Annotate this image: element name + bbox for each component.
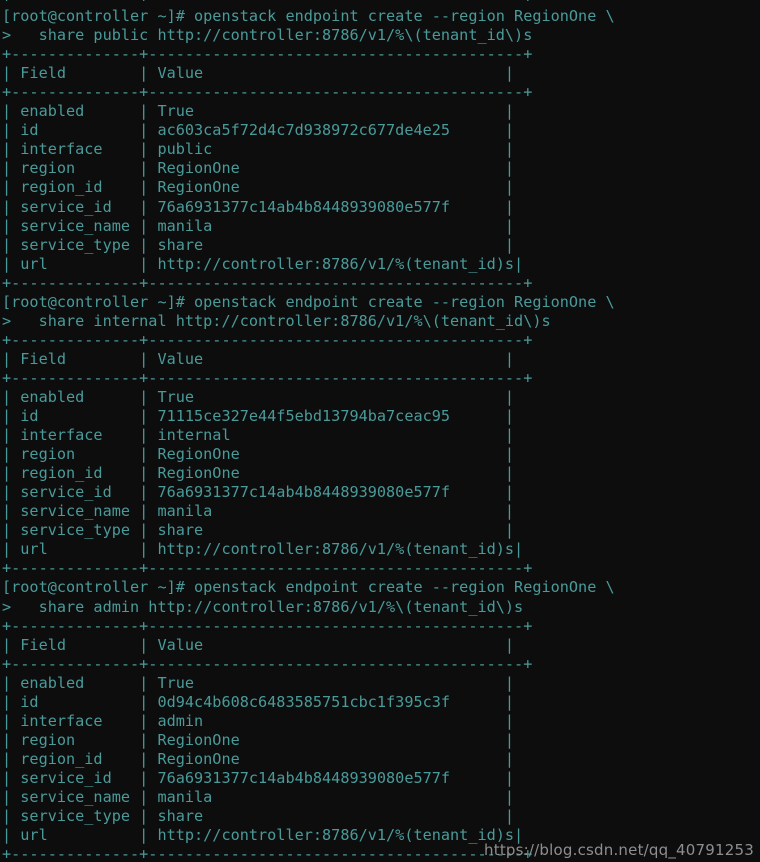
table-row: | enabled | True | [2, 102, 515, 121]
table-header-row: | Field | Value | [2, 64, 515, 83]
table-separator: +--------------+------------------------… [2, 83, 533, 102]
command-line-continuation-1: > share internal http://controller:8786/… [2, 311, 551, 330]
table-row: | enabled | True | [2, 673, 515, 692]
table-separator: +--------------+------------------------… [2, 330, 533, 349]
table-row: | service_type | share | [2, 235, 515, 254]
terminal-window[interactable]: +--------------+------------------------… [0, 0, 760, 862]
table-row: | service_name | manila | [2, 502, 515, 521]
table-row: | url | http://controller:8786/v1/%(tena… [2, 826, 524, 845]
command-line-primary-2: [root@controller ~]# openstack endpoint … [2, 578, 615, 597]
table-header-row: | Field | Value | [2, 349, 515, 368]
table-row: | url | http://controller:8786/v1/%(tena… [2, 540, 524, 559]
command-line-primary-0: [root@controller ~]# openstack endpoint … [2, 7, 615, 26]
table-separator: +--------------+------------------------… [2, 845, 533, 862]
table-row: | service_type | share | [2, 807, 515, 826]
table-row: | service_id | 76a6931377c14ab4b84489390… [2, 197, 515, 216]
table-row: | region_id | RegionOne | [2, 749, 515, 768]
table-row: | enabled | True | [2, 387, 515, 406]
table-row: | url | http://controller:8786/v1/%(tena… [2, 254, 524, 273]
table-row: | id | 0d94c4b608c6483585751cbc1f395c3f … [2, 692, 515, 711]
table-row: | id | 71115ce327e44f5ebd13794ba7ceac95 … [2, 407, 515, 426]
table-row: | interface | admin | [2, 711, 515, 730]
table-separator: +--------------+------------------------… [2, 0, 615, 7]
table-row: | region | RegionOne | [2, 445, 515, 464]
table-separator: +--------------+------------------------… [2, 559, 533, 578]
command-line-continuation-0: > share public http://controller:8786/v1… [2, 26, 533, 45]
table-row: | service_name | manila | [2, 787, 515, 806]
table-row: | service_type | share | [2, 521, 515, 540]
command-line-continuation-2: > share admin http://controller:8786/v1/… [2, 597, 524, 616]
terminal-screen-buffer[interactable]: +--------------+------------------------… [2, 0, 615, 862]
table-row: | region_id | RegionOne | [2, 178, 515, 197]
table-row: | region | RegionOne | [2, 159, 515, 178]
table-row: | interface | internal | [2, 426, 515, 445]
table-row: | service_name | manila | [2, 216, 515, 235]
table-row: | service_id | 76a6931377c14ab4b84489390… [2, 483, 515, 502]
command-line-primary-1: [root@controller ~]# openstack endpoint … [2, 292, 615, 311]
table-separator: +--------------+------------------------… [2, 273, 533, 292]
table-separator: +--------------+------------------------… [2, 654, 533, 673]
table-header-row: | Field | Value | [2, 635, 515, 654]
table-separator: +--------------+------------------------… [2, 616, 533, 635]
table-row: | id | ac603ca5f72d4c7d938972c677de4e25 … [2, 121, 515, 140]
table-row: | service_id | 76a6931377c14ab4b84489390… [2, 768, 515, 787]
table-row: | region_id | RegionOne | [2, 464, 515, 483]
table-row: | region | RegionOne | [2, 730, 515, 749]
table-separator: +--------------+------------------------… [2, 368, 533, 387]
table-row: | interface | public | [2, 140, 515, 159]
table-separator: +--------------+------------------------… [2, 45, 533, 64]
